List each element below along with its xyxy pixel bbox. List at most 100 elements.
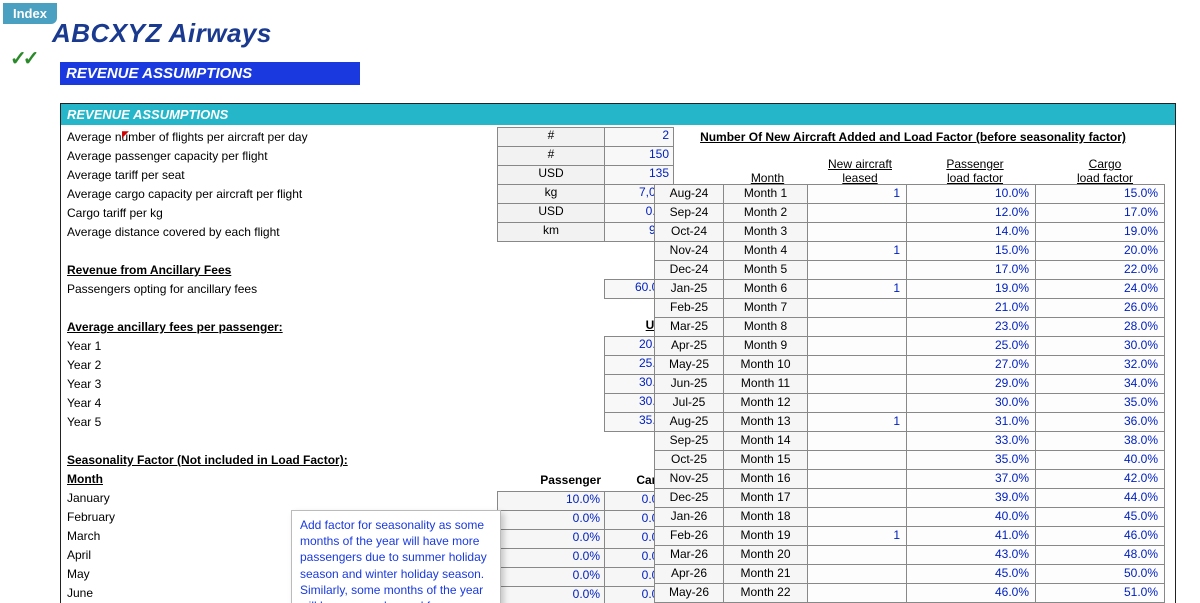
leased-cell[interactable]: 1	[807, 184, 907, 204]
month-cell[interactable]: Month 21	[723, 564, 808, 584]
leased-cell[interactable]	[807, 222, 907, 242]
seasonality-pax-cell[interactable]: 0.0%	[497, 529, 605, 549]
unit-cell[interactable]: km	[497, 222, 605, 242]
date-cell[interactable]: Apr-26	[654, 564, 724, 584]
pax-loadfactor-cell[interactable]: 37.0%	[906, 469, 1036, 489]
date-cell[interactable]: Jan-25	[654, 279, 724, 299]
cargo-loadfactor-cell[interactable]: 20.0%	[1035, 241, 1165, 261]
month-cell[interactable]: Month 7	[723, 298, 808, 318]
date-cell[interactable]: Dec-25	[654, 488, 724, 508]
leased-cell[interactable]	[807, 336, 907, 356]
leased-cell[interactable]	[807, 317, 907, 337]
date-cell[interactable]: Jun-25	[654, 374, 724, 394]
leased-cell[interactable]: 1	[807, 526, 907, 546]
leased-cell[interactable]	[807, 260, 907, 280]
index-tab[interactable]: Index	[3, 3, 57, 24]
seasonality-pax-cell[interactable]: 0.0%	[497, 586, 605, 603]
date-cell[interactable]: Sep-24	[654, 203, 724, 223]
date-cell[interactable]: Feb-26	[654, 526, 724, 546]
month-cell[interactable]: Month 13	[723, 412, 808, 432]
cargo-loadfactor-cell[interactable]: 42.0%	[1035, 469, 1165, 489]
leased-cell[interactable]	[807, 564, 907, 584]
cargo-loadfactor-cell[interactable]: 50.0%	[1035, 564, 1165, 584]
comment-marker-icon[interactable]: ◤	[122, 125, 129, 144]
pax-loadfactor-cell[interactable]: 43.0%	[906, 545, 1036, 565]
date-cell[interactable]: Dec-24	[654, 260, 724, 280]
month-cell[interactable]: Month 10	[723, 355, 808, 375]
leased-cell[interactable]	[807, 203, 907, 223]
unit-cell[interactable]: kg	[497, 184, 605, 204]
unit-cell[interactable]: USD	[497, 203, 605, 223]
date-cell[interactable]: Sep-25	[654, 431, 724, 451]
month-cell[interactable]: Month 19	[723, 526, 808, 546]
cargo-loadfactor-cell[interactable]: 36.0%	[1035, 412, 1165, 432]
pax-loadfactor-cell[interactable]: 39.0%	[906, 488, 1036, 508]
month-cell[interactable]: Month 11	[723, 374, 808, 394]
month-cell[interactable]: Month 1	[723, 184, 808, 204]
pax-loadfactor-cell[interactable]: 21.0%	[906, 298, 1036, 318]
unit-cell[interactable]: #	[497, 127, 605, 147]
cargo-loadfactor-cell[interactable]: 32.0%	[1035, 355, 1165, 375]
leased-cell[interactable]	[807, 431, 907, 451]
pax-loadfactor-cell[interactable]: 10.0%	[906, 184, 1036, 204]
month-cell[interactable]: Month 2	[723, 203, 808, 223]
pax-loadfactor-cell[interactable]: 27.0%	[906, 355, 1036, 375]
leased-cell[interactable]: 1	[807, 241, 907, 261]
cargo-loadfactor-cell[interactable]: 51.0%	[1035, 583, 1165, 603]
date-cell[interactable]: Nov-24	[654, 241, 724, 261]
leased-cell[interactable]	[807, 374, 907, 394]
cargo-loadfactor-cell[interactable]: 15.0%	[1035, 184, 1165, 204]
cargo-loadfactor-cell[interactable]: 44.0%	[1035, 488, 1165, 508]
pax-loadfactor-cell[interactable]: 45.0%	[906, 564, 1036, 584]
month-cell[interactable]: Month 15	[723, 450, 808, 470]
leased-cell[interactable]	[807, 450, 907, 470]
date-cell[interactable]: Jan-26	[654, 507, 724, 527]
date-cell[interactable]: Oct-24	[654, 222, 724, 242]
month-cell[interactable]: Month 8	[723, 317, 808, 337]
cargo-loadfactor-cell[interactable]: 46.0%	[1035, 526, 1165, 546]
pax-loadfactor-cell[interactable]: 30.0%	[906, 393, 1036, 413]
cargo-loadfactor-cell[interactable]: 40.0%	[1035, 450, 1165, 470]
pax-loadfactor-cell[interactable]: 46.0%	[906, 583, 1036, 603]
date-cell[interactable]: May-25	[654, 355, 724, 375]
cargo-loadfactor-cell[interactable]: 35.0%	[1035, 393, 1165, 413]
month-cell[interactable]: Month 20	[723, 545, 808, 565]
leased-cell[interactable]	[807, 355, 907, 375]
pax-loadfactor-cell[interactable]: 33.0%	[906, 431, 1036, 451]
month-cell[interactable]: Month 5	[723, 260, 808, 280]
cargo-loadfactor-cell[interactable]: 19.0%	[1035, 222, 1165, 242]
seasonality-note[interactable]: Add factor for seasonality as some month…	[291, 510, 501, 603]
unit-cell[interactable]: USD	[497, 165, 605, 185]
date-cell[interactable]: Jul-25	[654, 393, 724, 413]
month-cell[interactable]: Month 16	[723, 469, 808, 489]
leased-cell[interactable]	[807, 545, 907, 565]
pax-loadfactor-cell[interactable]: 25.0%	[906, 336, 1036, 356]
date-cell[interactable]: Feb-25	[654, 298, 724, 318]
cargo-loadfactor-cell[interactable]: 22.0%	[1035, 260, 1165, 280]
date-cell[interactable]: Apr-25	[654, 336, 724, 356]
month-cell[interactable]: Month 18	[723, 507, 808, 527]
leased-cell[interactable]: 1	[807, 279, 907, 299]
cargo-loadfactor-cell[interactable]: 48.0%	[1035, 545, 1165, 565]
pax-loadfactor-cell[interactable]: 17.0%	[906, 260, 1036, 280]
month-cell[interactable]: Month 6	[723, 279, 808, 299]
leased-cell[interactable]	[807, 393, 907, 413]
pax-loadfactor-cell[interactable]: 23.0%	[906, 317, 1036, 337]
cargo-loadfactor-cell[interactable]: 17.0%	[1035, 203, 1165, 223]
leased-cell[interactable]	[807, 298, 907, 318]
month-cell[interactable]: Month 4	[723, 241, 808, 261]
seasonality-pax-cell[interactable]: 0.0%	[497, 548, 605, 568]
seasonality-pax-cell[interactable]: 0.0%	[497, 510, 605, 530]
date-cell[interactable]: Oct-25	[654, 450, 724, 470]
pax-loadfactor-cell[interactable]: 31.0%	[906, 412, 1036, 432]
pax-loadfactor-cell[interactable]: 35.0%	[906, 450, 1036, 470]
unit-cell[interactable]: #	[497, 146, 605, 166]
month-cell[interactable]: Month 3	[723, 222, 808, 242]
month-cell[interactable]: Month 9	[723, 336, 808, 356]
leased-cell[interactable]	[807, 583, 907, 603]
cargo-loadfactor-cell[interactable]: 26.0%	[1035, 298, 1165, 318]
cargo-loadfactor-cell[interactable]: 24.0%	[1035, 279, 1165, 299]
leased-cell[interactable]	[807, 507, 907, 527]
pax-loadfactor-cell[interactable]: 19.0%	[906, 279, 1036, 299]
seasonality-pax-cell[interactable]: 10.0%	[497, 491, 605, 511]
